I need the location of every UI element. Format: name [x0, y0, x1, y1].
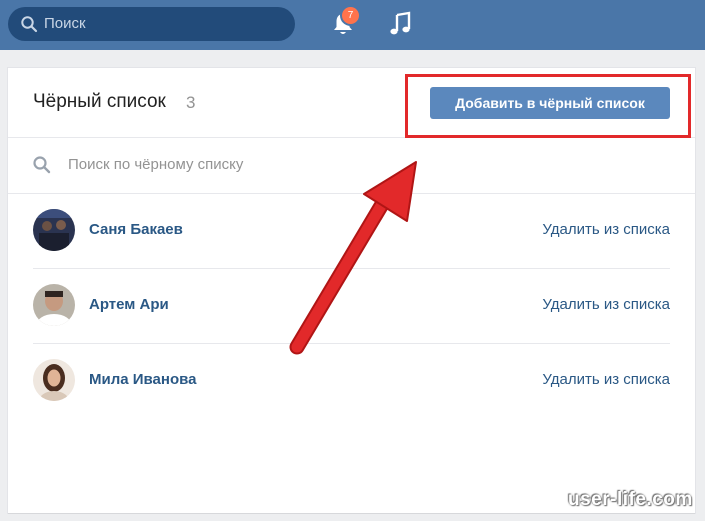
notification-badge: 7 [340, 5, 361, 26]
avatar[interactable] [33, 284, 75, 326]
list-item: Мила Иванова Удалить из списка [33, 359, 670, 433]
blacklist-count: 3 [186, 93, 196, 112]
search-placeholder: Поиск [44, 15, 86, 32]
remove-from-list-link[interactable]: Удалить из списка [542, 221, 670, 238]
remove-from-list-link[interactable]: Удалить из списка [542, 296, 670, 313]
blacklist-search-field[interactable]: Поиск по чёрному списку [8, 138, 695, 194]
search-icon [33, 156, 51, 174]
list-item: Артем Ари Удалить из списка [33, 284, 670, 358]
row-divider [33, 343, 670, 344]
page-title: Чёрный список [33, 91, 166, 112]
user-name-link[interactable]: Мила Иванова [89, 371, 197, 388]
panel-header: Чёрный список 3 Добавить в чёрный список [8, 68, 695, 138]
blacklist-panel: Чёрный список 3 Добавить в чёрный список… [8, 68, 695, 513]
list-item: Саня Бакаев Удалить из списка [33, 209, 670, 283]
avatar[interactable] [33, 209, 75, 251]
avatar[interactable] [33, 359, 75, 401]
top-bar: Поиск 7 [0, 0, 705, 50]
search-icon [21, 16, 38, 33]
watermark: user-life.com [568, 489, 693, 510]
row-divider [33, 268, 670, 269]
music-icon[interactable] [389, 11, 413, 37]
user-name-link[interactable]: Артем Ари [89, 296, 169, 313]
annotation-highlight-box [405, 74, 691, 138]
remove-from-list-link[interactable]: Удалить из списка [542, 371, 670, 388]
blacklist-search-placeholder: Поиск по чёрному списку [68, 156, 244, 173]
global-search-input[interactable]: Поиск [8, 7, 295, 41]
user-name-link[interactable]: Саня Бакаев [89, 221, 183, 238]
